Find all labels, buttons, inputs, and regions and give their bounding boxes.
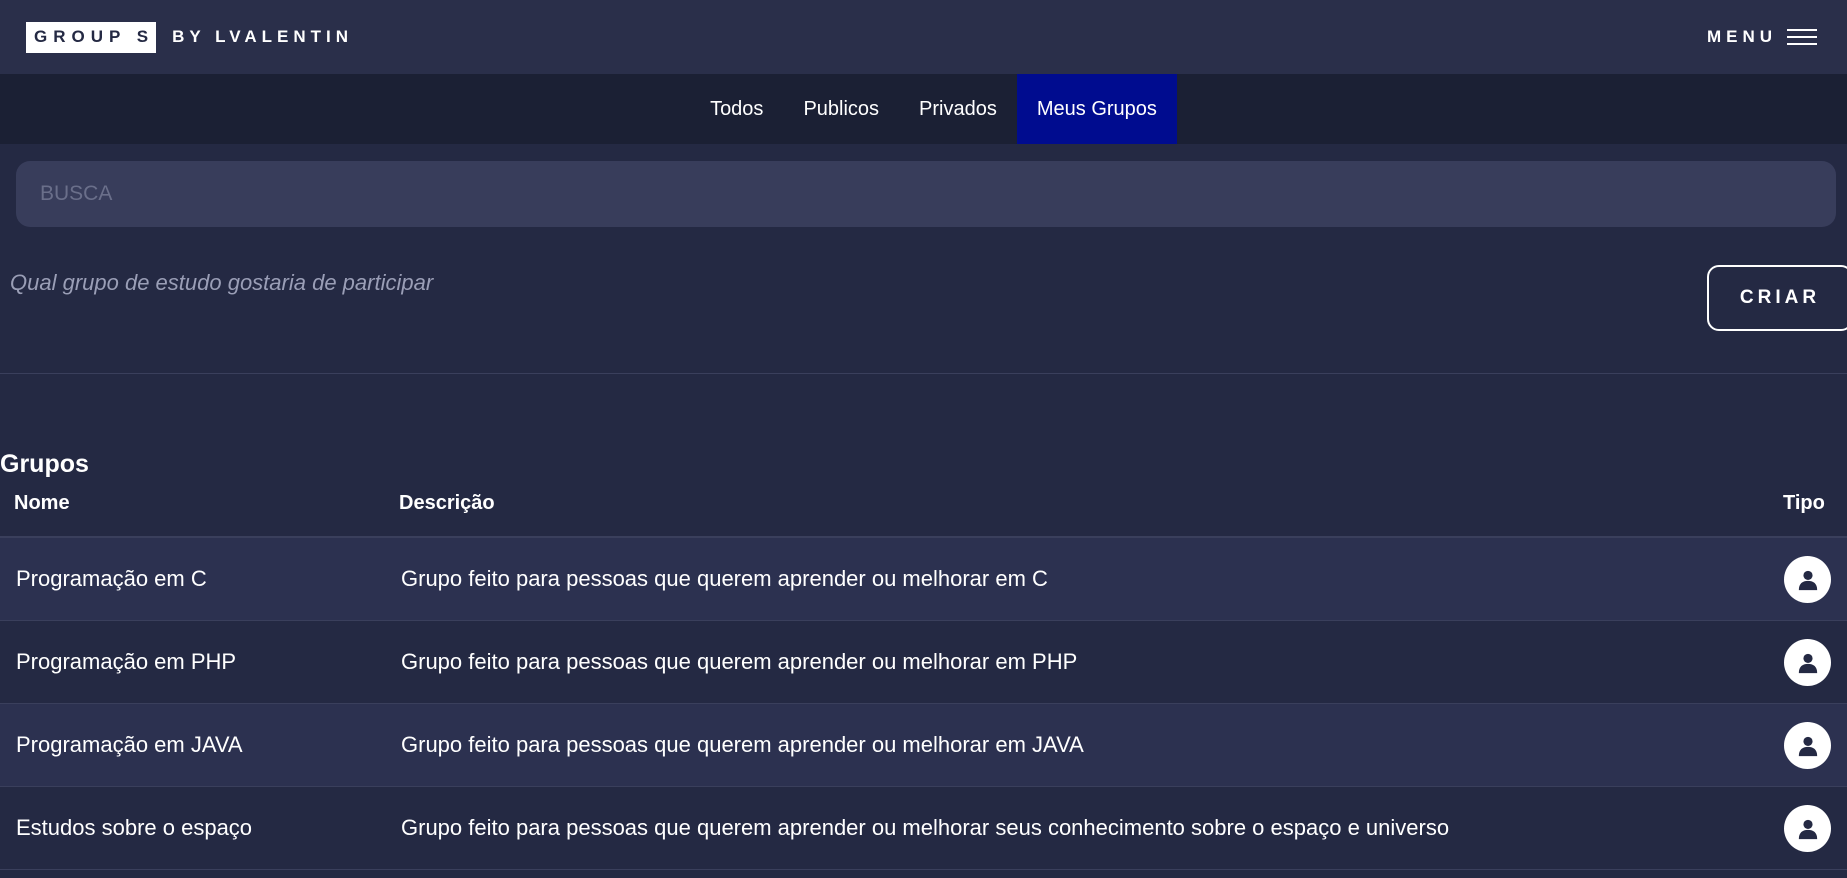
table-row[interactable]: Programação em PHP Grupo feito para pess…: [0, 621, 1847, 704]
group-description: Grupo feito para pessoas que querem apre…: [401, 732, 1084, 757]
page-subtitle: Qual grupo de estudo gostaria de partici…: [10, 270, 434, 295]
logo[interactable]: GROUP S BY LVALENTIN: [26, 21, 353, 53]
table-row[interactable]: Programação em JAVA Grupo feito para pes…: [0, 704, 1847, 787]
create-group-button[interactable]: CRIAR: [1707, 265, 1847, 331]
menu-button[interactable]: MENU: [1707, 27, 1817, 47]
logo-box: GROUP S: [26, 21, 157, 53]
group-name: Programação em C: [16, 566, 207, 591]
group-name: Estudos sobre o espaço: [16, 815, 253, 840]
group-description: Grupo feito para pessoas que querem apre…: [401, 566, 1048, 591]
group-name: Programação em JAVA: [16, 732, 243, 757]
hamburger-icon: [1787, 29, 1817, 45]
top-header: GROUP S BY LVALENTIN MENU: [0, 0, 1847, 74]
table-row[interactable]: Programação em C Grupo feito para pessoa…: [0, 538, 1847, 621]
groups-title: Grupos: [0, 450, 89, 478]
table-header: Nome Descrição Tipo: [0, 487, 1847, 538]
tab-meus-grupos[interactable]: Meus Grupos: [1016, 74, 1177, 144]
column-header-description: Descrição: [399, 492, 495, 514]
tab-publicos[interactable]: Publicos: [783, 74, 899, 144]
group-description: Grupo feito para pessoas que querem apre…: [401, 649, 1078, 674]
column-header-name: Nome: [14, 492, 70, 514]
tab-privados[interactable]: Privados: [899, 74, 1017, 144]
menu-label: MENU: [1706, 27, 1777, 46]
logo-by-text: BY LVALENTIN: [172, 27, 353, 46]
table-row[interactable]: Estudos sobre o espaço Grupo feito para …: [0, 787, 1847, 870]
user-icon[interactable]: [1784, 805, 1831, 852]
search-input[interactable]: [16, 161, 1836, 227]
user-icon[interactable]: [1784, 639, 1831, 686]
groups-table-body: Programação em C Grupo feito para pessoa…: [0, 538, 1847, 870]
group-name: Programação em PHP: [16, 649, 237, 674]
group-description: Grupo feito para pessoas que querem apre…: [401, 815, 1450, 840]
filter-tabs: Todos Publicos Privados Meus Grupos: [0, 74, 1847, 144]
divider: [0, 373, 1847, 374]
tab-todos[interactable]: Todos: [690, 74, 783, 144]
user-icon[interactable]: [1784, 722, 1831, 769]
column-header-type: Tipo: [1783, 492, 1825, 514]
user-icon[interactable]: [1784, 556, 1831, 603]
